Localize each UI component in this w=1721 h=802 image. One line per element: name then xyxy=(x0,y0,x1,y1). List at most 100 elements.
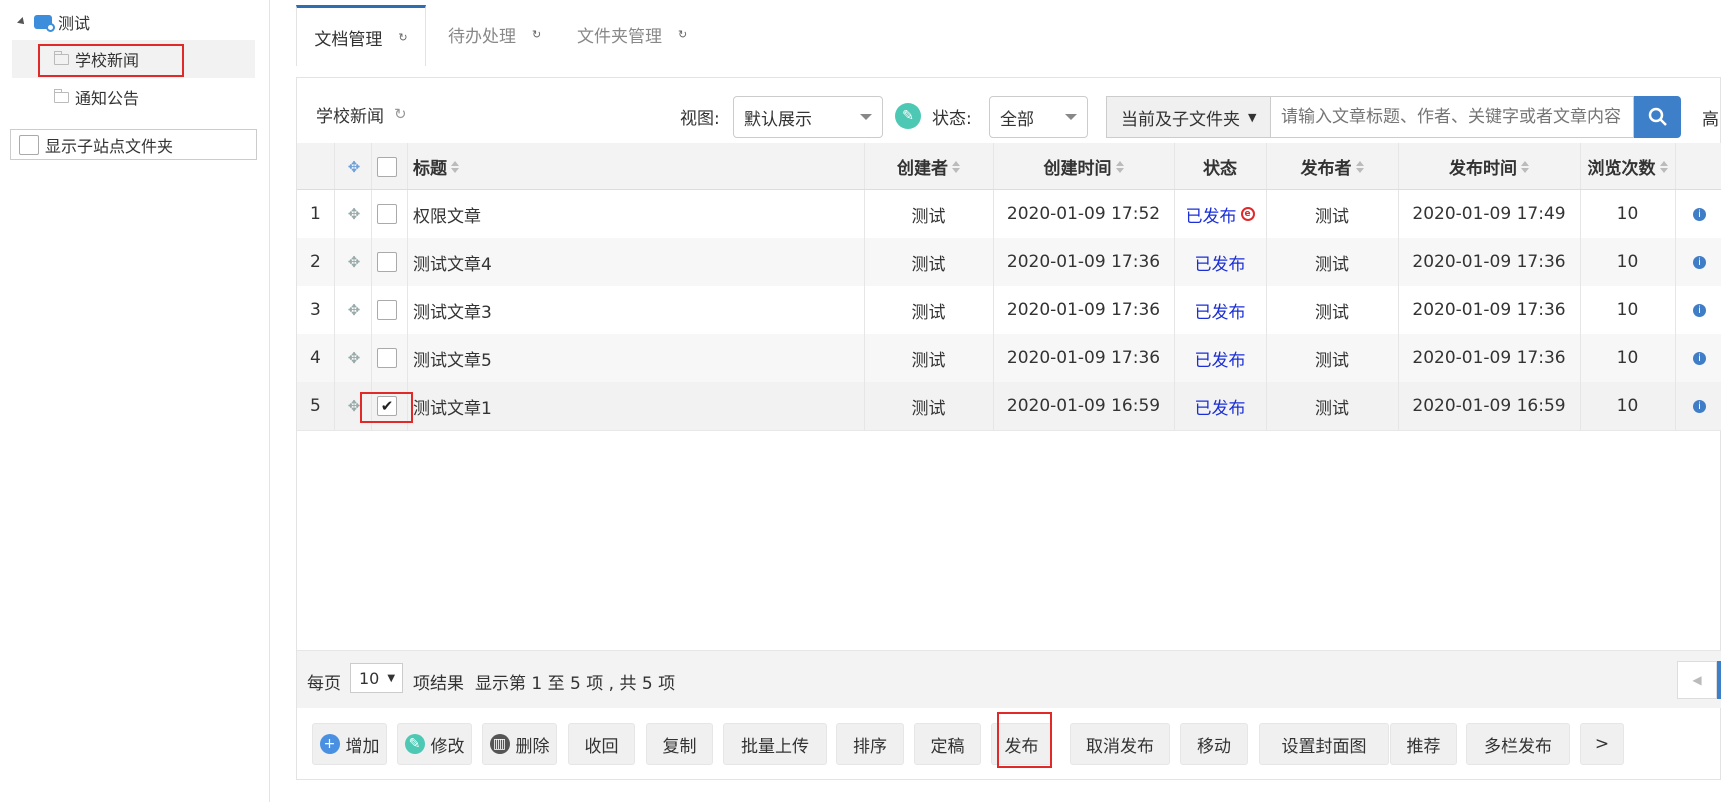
finalize-button[interactable]: 定稿 xyxy=(914,723,981,765)
delete-button[interactable]: ▥ 删除 xyxy=(482,723,557,765)
row-publisher: 测试 xyxy=(1315,254,1349,275)
advanced-search-link[interactable]: 高 xyxy=(1702,105,1719,130)
add-button[interactable]: + 增加 xyxy=(312,723,387,765)
row-published-time: 2020-01-09 17:36 xyxy=(1412,252,1566,272)
show-sub-sites-checkbox[interactable] xyxy=(19,134,39,155)
row-status[interactable]: 已发布 xyxy=(1174,334,1266,382)
row-title[interactable]: 测试文章1 xyxy=(413,382,492,430)
info-icon: i xyxy=(1693,255,1706,269)
per-page-value: 10 xyxy=(359,668,380,688)
column-header-label: 创建者 xyxy=(897,159,948,179)
tree-root[interactable]: 测试 xyxy=(17,5,90,39)
row-info-button[interactable]: i xyxy=(1693,334,1706,382)
table-row[interactable]: 1 ✥ 权限文章 测试 2020-01-09 17:52 已发布 e 测试 20… xyxy=(297,190,1721,239)
column-header-label: 创建时间 xyxy=(1043,159,1112,179)
refresh-icon[interactable]: ↻ xyxy=(394,105,407,123)
per-page-select[interactable]: 10 ▼ xyxy=(350,663,403,693)
refresh-icon[interactable]: ↻ xyxy=(678,28,687,41)
tab-document-management[interactable]: 文档管理 ↻ xyxy=(296,5,426,66)
column-header-views[interactable]: 浏览次数 xyxy=(1580,143,1675,190)
row-checkbox[interactable] xyxy=(377,238,397,286)
edit-view-button[interactable]: ✎ xyxy=(895,103,921,129)
table-header: ✥ 标题 创建者 创建时间 状态 发布者 发布时间 浏览次数 xyxy=(297,143,1721,190)
tab-folder-management[interactable]: 文件夹管理 ↻ xyxy=(577,5,707,63)
row-views: 10 xyxy=(1616,252,1639,272)
caret-down-icon: ▼ xyxy=(1248,110,1257,124)
set-cover-button[interactable]: 设置封面图 xyxy=(1259,723,1389,765)
sort-icon xyxy=(451,160,459,173)
row-creator: 测试 xyxy=(911,350,946,371)
row-title[interactable]: 测试文章4 xyxy=(413,238,492,286)
tab-pending[interactable]: 待办处理 ↻ xyxy=(448,5,558,63)
row-title[interactable]: 测试文章3 xyxy=(413,286,492,334)
prev-page-button[interactable]: ◀ xyxy=(1677,661,1717,699)
batch-upload-button[interactable]: 批量上传 xyxy=(723,723,827,765)
row-info-button[interactable]: i xyxy=(1693,286,1706,334)
column-header-created[interactable]: 创建时间 xyxy=(993,143,1174,190)
recommend-button[interactable]: 推荐 xyxy=(1390,723,1457,765)
more-actions-button[interactable]: > xyxy=(1580,723,1624,765)
column-header-label: 浏览次数 xyxy=(1587,159,1656,179)
plus-icon: + xyxy=(319,734,340,754)
sidebar-item-school-news[interactable]: 学校新闻 xyxy=(54,42,139,76)
row-status[interactable]: 已发布 xyxy=(1174,238,1266,286)
sort-icon xyxy=(1659,160,1668,173)
move-button[interactable]: 移动 xyxy=(1180,723,1248,765)
row-created-time: 2020-01-09 17:36 xyxy=(1006,300,1161,320)
tab-label: 文档管理 xyxy=(314,29,383,50)
refresh-icon[interactable]: ↻ xyxy=(532,28,541,41)
copy-button[interactable]: 复制 xyxy=(646,723,713,765)
row-info-button[interactable]: i xyxy=(1693,238,1706,286)
row-title[interactable]: 权限文章 xyxy=(413,190,481,238)
chevron-down-icon xyxy=(1065,114,1077,120)
row-status[interactable]: 已发布 xyxy=(1174,286,1266,334)
sort-icon xyxy=(1355,160,1364,173)
column-header-creator[interactable]: 创建者 xyxy=(864,143,993,190)
table-row[interactable]: 5 ✥ ✔ 测试文章1 测试 2020-01-09 16:59 已发布 测试 2… xyxy=(297,382,1721,431)
row-info-button[interactable]: i xyxy=(1693,190,1706,238)
row-status-text[interactable]: 已发布 xyxy=(1186,202,1237,227)
row-status[interactable]: 已发布 e xyxy=(1174,190,1266,238)
select-all-checkbox[interactable] xyxy=(377,143,397,190)
multi-column-publish-button[interactable]: 多栏发布 xyxy=(1466,723,1570,765)
current-page-button[interactable] xyxy=(1717,661,1721,699)
row-status[interactable]: 已发布 xyxy=(1174,382,1266,430)
search-button[interactable] xyxy=(1634,96,1681,138)
row-info-button[interactable]: i xyxy=(1693,382,1706,430)
column-header-title[interactable]: 标题 xyxy=(413,143,459,190)
info-icon: i xyxy=(1693,351,1706,365)
drag-handle-icon[interactable]: ✥ xyxy=(337,190,371,238)
row-checkbox[interactable] xyxy=(377,334,397,382)
table-row[interactable]: 3 ✥ 测试文章3 测试 2020-01-09 17:36 已发布 测试 202… xyxy=(297,286,1721,335)
sidebar-item-notices[interactable]: 通知公告 xyxy=(54,80,139,114)
scope-dropdown[interactable]: 当前及子文件夹 ▼ xyxy=(1106,96,1270,138)
highlight-box xyxy=(997,712,1052,768)
refresh-icon[interactable]: ↻ xyxy=(398,31,407,44)
status-select[interactable]: 全部 xyxy=(989,96,1088,138)
unpublish-button[interactable]: 取消发布 xyxy=(1070,723,1170,765)
row-index: 2 xyxy=(310,252,321,272)
column-header-publisher[interactable]: 发布者 xyxy=(1266,143,1398,190)
folder-icon xyxy=(54,50,69,65)
collapse-arrow-icon[interactable] xyxy=(17,17,27,27)
sort-button[interactable]: 排序 xyxy=(836,723,904,765)
row-checkbox[interactable] xyxy=(377,286,397,334)
results-summary: 显示第 1 至 5 项 , 共 5 项 xyxy=(475,674,676,694)
button-label: 删除 xyxy=(515,736,550,757)
results-label: 项结果 xyxy=(413,674,464,694)
show-sub-sites-toggle[interactable]: 显示子站点文件夹 xyxy=(10,129,257,160)
row-title[interactable]: 测试文章5 xyxy=(413,334,492,382)
row-publisher: 测试 xyxy=(1315,398,1349,419)
table-row[interactable]: 4 ✥ 测试文章5 测试 2020-01-09 17:36 已发布 测试 202… xyxy=(297,334,1721,383)
drag-handle-icon[interactable]: ✥ xyxy=(337,238,371,286)
table-row[interactable]: 2 ✥ 测试文章4 测试 2020-01-09 17:36 已发布 测试 202… xyxy=(297,238,1721,287)
edit-button[interactable]: ✎ 修改 xyxy=(397,723,472,765)
recall-button[interactable]: 收回 xyxy=(568,723,635,765)
drag-handle-icon[interactable]: ✥ xyxy=(337,334,371,382)
row-checkbox[interactable] xyxy=(377,190,397,238)
column-header-published[interactable]: 发布时间 xyxy=(1398,143,1580,190)
drag-handle-icon[interactable]: ✥ xyxy=(337,286,371,334)
row-published-time: 2020-01-09 17:36 xyxy=(1412,300,1566,320)
view-select[interactable]: 默认展示 xyxy=(733,96,883,138)
search-input[interactable] xyxy=(1270,96,1634,138)
